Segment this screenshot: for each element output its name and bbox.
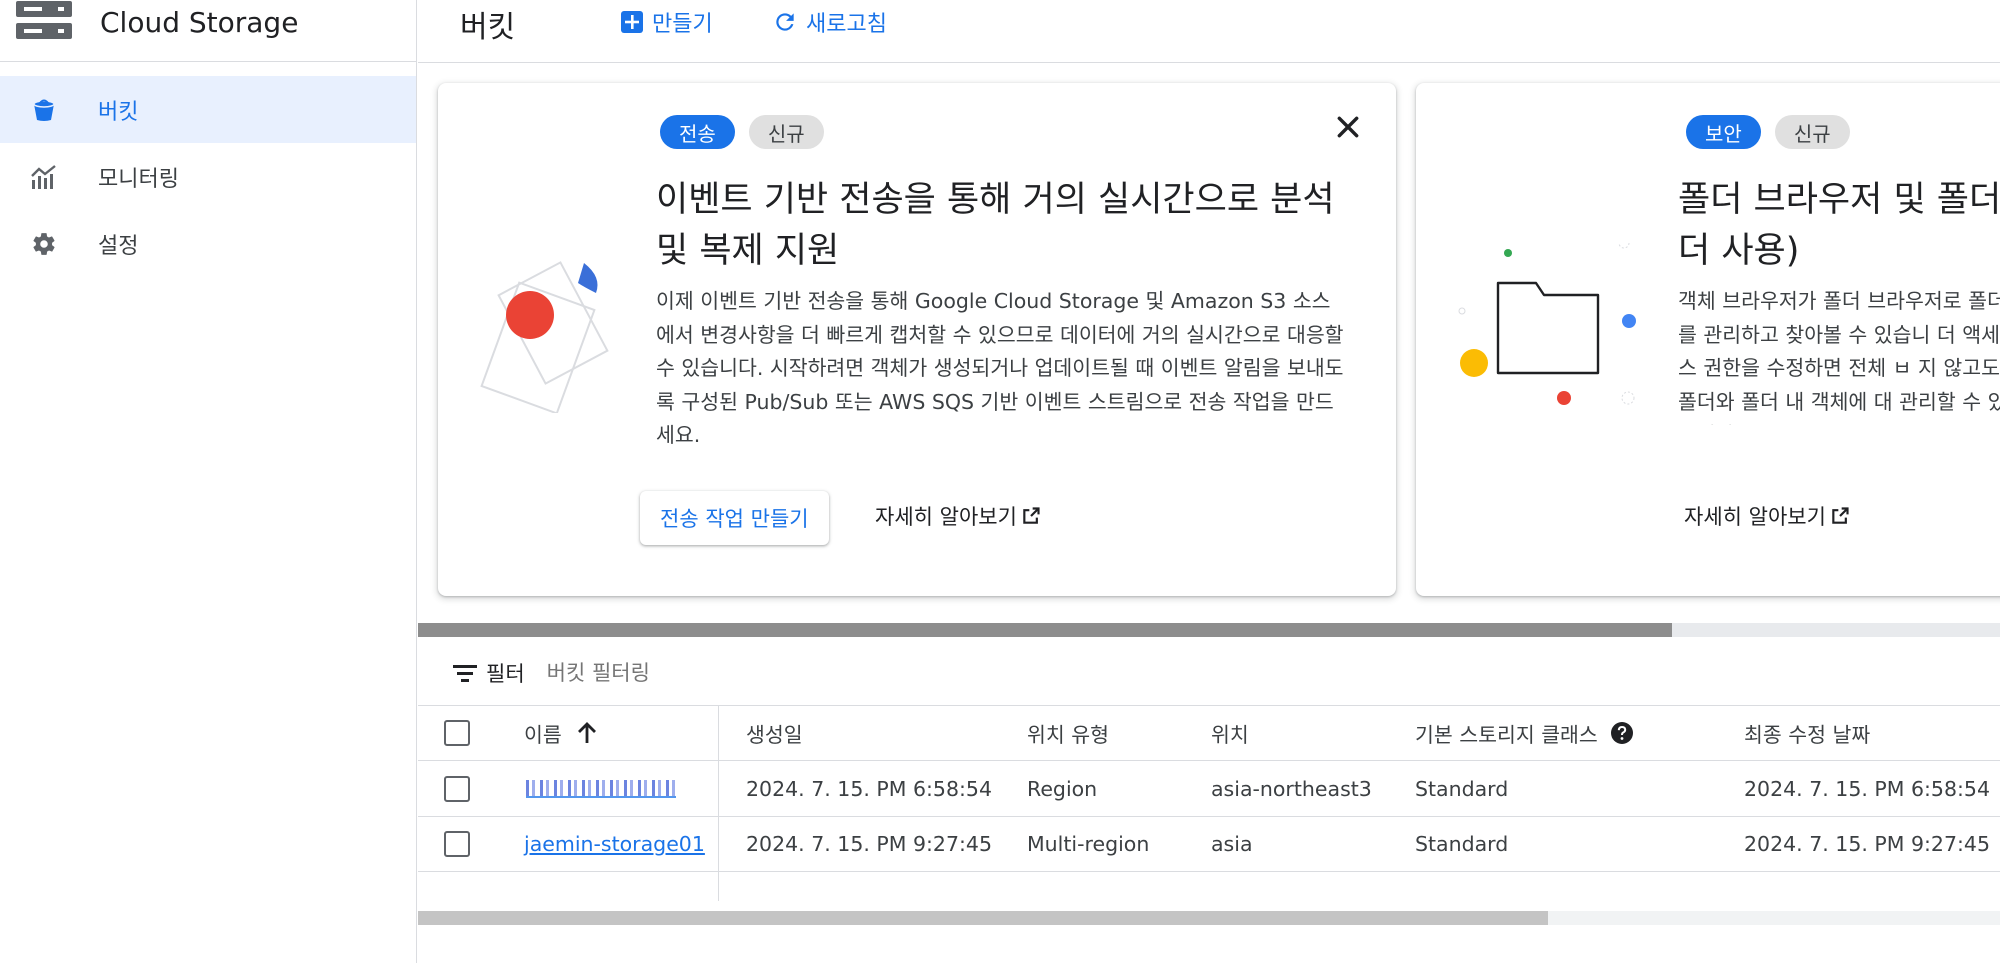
app-title: Cloud Storage — [100, 6, 299, 39]
row-select-cell — [444, 762, 470, 816]
cloud-storage-page: Cloud Storage 버킷 모니터링 설정 버킷 만들기 새로고침 전송 … — [0, 0, 2000, 963]
help-icon[interactable] — [1610, 721, 1634, 745]
table-header-row: 이름 생성일 위치 유형 위치 기본 스토리지 클래스 최종 수정 날짜 — [418, 706, 2000, 761]
open-in-new-icon — [1023, 507, 1040, 524]
column-header-name[interactable]: 이름 — [524, 706, 598, 760]
create-label: 만들기 — [652, 12, 713, 37]
chart-icon — [29, 162, 59, 192]
learn-more-link[interactable]: 자세히 알아보기 — [875, 501, 1041, 531]
column-label: 이름 — [524, 723, 562, 747]
transfer-illustration-icon — [480, 261, 609, 413]
buckets-table: 이름 생성일 위치 유형 위치 기본 스토리지 클래스 최종 수정 날짜 202… — [418, 705, 2000, 901]
sidebar-item-settings[interactable]: 설정 — [0, 210, 416, 277]
row-checkbox[interactable] — [444, 831, 470, 857]
promo-card-transfer: 전송 신규 이벤트 기반 전송을 통해 거의 실시간으로 분석 및 복제 지원 … — [438, 83, 1396, 596]
promo-card-folders: 보안 신규 폴더 브라우저 및 폴더 더 사용) 객체 브라우저가 폴더 브라우… — [1416, 83, 2000, 596]
column-label: 생성일 — [746, 723, 803, 747]
bucket-name-cell[interactable]: jaemin-storage01 — [524, 817, 705, 871]
card-title: 이벤트 기반 전송을 통해 거의 실시간으로 분석 및 복제 지원 — [656, 180, 1335, 271]
modified-cell: 2024. 7. 15. PM 6:58:54 — [1744, 777, 1990, 801]
storage-server-icon — [16, 0, 72, 39]
gear-icon — [29, 229, 59, 259]
column-label: 최종 수정 날짜 — [1744, 723, 1871, 747]
refresh-icon — [776, 13, 794, 31]
sidebar: Cloud Storage 버킷 모니터링 설정 — [0, 0, 417, 963]
card-chips: 보안 신규 — [1686, 115, 1850, 149]
location-cell: asia-northeast3 — [1211, 777, 1372, 801]
refresh-label: 새로고침 — [806, 12, 887, 37]
promo-cards-carousel: 전송 신규 이벤트 기반 전송을 통해 거의 실시간으로 분석 및 복제 지원 … — [418, 63, 2000, 620]
brand-header: Cloud Storage — [0, 0, 416, 62]
bucket-filter-input[interactable] — [546, 660, 847, 685]
filter-label: 필터 — [486, 661, 525, 686]
sidebar-item-monitoring[interactable]: 모니터링 — [0, 143, 416, 210]
table-scrollbar-thumb[interactable] — [418, 911, 1548, 925]
page-title: 버킷 — [460, 10, 516, 45]
column-header-location-type[interactable]: 위치 유형 — [1027, 706, 1109, 760]
location-cell: asia — [1211, 832, 1253, 856]
select-all-cell — [444, 706, 470, 760]
table-row: jaemin-storage01 2024. 7. 15. PM 9:27:45… — [418, 817, 2000, 872]
storage-class-cell: Standard — [1415, 832, 1509, 856]
learn-more-label: 자세히 알아보기 — [1684, 505, 1826, 529]
cards-scrollbar[interactable] — [418, 623, 2000, 637]
chip-transfer: 전송 — [660, 115, 735, 149]
modified-cell: 2024. 7. 15. PM 9:27:45 — [1744, 832, 1990, 856]
card-description: 객체 브라우저가 폴더 브라우저로 폴더를 관리하고 찾아볼 수 있습니 더 액… — [1678, 289, 2000, 425]
card-description: 이제 이벤트 기반 전송을 통해 Google Cloud Storage 및 … — [656, 289, 1344, 447]
column-label: 위치 유형 — [1027, 723, 1109, 747]
sidebar-item-label: 설정 — [98, 233, 139, 259]
created-cell: 2024. 7. 15. PM 6:58:54 — [746, 777, 992, 801]
bucket-name-cell[interactable] — [526, 762, 676, 816]
sidebar-item-label: 모니터링 — [98, 166, 179, 192]
bucket-name-link[interactable]: jaemin-storage01 — [524, 832, 705, 856]
column-header-modified[interactable]: 최종 수정 날짜 — [1744, 706, 1870, 760]
row-select-cell — [444, 817, 470, 871]
create-transfer-job-button[interactable]: 전송 작업 만들기 — [640, 491, 829, 545]
arrow-up-icon — [577, 722, 596, 743]
learn-more-label: 자세히 알아보기 — [875, 505, 1017, 529]
folder-illustration-icon — [1458, 243, 1636, 405]
page-header: 버킷 만들기 새로고침 — [418, 0, 2000, 63]
created-cell: 2024. 7. 15. PM 9:27:45 — [746, 832, 992, 856]
bucket-icon — [29, 95, 59, 125]
sidebar-item-buckets[interactable]: 버킷 — [0, 76, 416, 143]
table-row: 2024. 7. 15. PM 6:58:54 Region asia-nort… — [418, 762, 2000, 817]
filter-bar: 필터 — [418, 640, 2000, 705]
cards-scrollbar-thumb[interactable] — [418, 623, 1672, 637]
column-label: 위치 — [1211, 723, 1249, 747]
location-type-cell: Multi-region — [1027, 832, 1150, 856]
sidebar-item-label: 버킷 — [98, 99, 139, 125]
filter-icon[interactable] — [452, 662, 478, 684]
card-title: 폴더 브라우저 및 폴더 더 사용) — [1678, 180, 2000, 271]
close-button[interactable] — [1330, 109, 1366, 145]
column-header-location[interactable]: 위치 — [1211, 706, 1249, 760]
card-chips: 전송 신규 — [660, 115, 824, 149]
select-all-checkbox[interactable] — [444, 720, 470, 746]
column-header-created[interactable]: 생성일 — [746, 706, 803, 760]
close-icon — [1337, 116, 1359, 138]
refresh-button[interactable]: 새로고침 — [772, 6, 887, 38]
bucket-name-link-redacted[interactable] — [526, 780, 676, 798]
add-box-icon — [621, 11, 643, 33]
chip-new: 신규 — [1774, 115, 1850, 149]
create-bucket-button[interactable]: 만들기 — [620, 6, 713, 38]
storage-class-cell: Standard — [1415, 777, 1509, 801]
open-in-new-icon — [1832, 507, 1849, 524]
location-type-cell: Region — [1027, 777, 1098, 801]
chip-new: 신규 — [748, 115, 824, 149]
column-label: 기본 스토리지 클래스 — [1415, 723, 1598, 747]
row-checkbox[interactable] — [444, 776, 470, 802]
learn-more-link[interactable]: 자세히 알아보기 — [1684, 501, 1850, 531]
column-header-storage-class[interactable]: 기본 스토리지 클래스 — [1415, 706, 1634, 760]
chip-security: 보안 — [1686, 115, 1761, 149]
